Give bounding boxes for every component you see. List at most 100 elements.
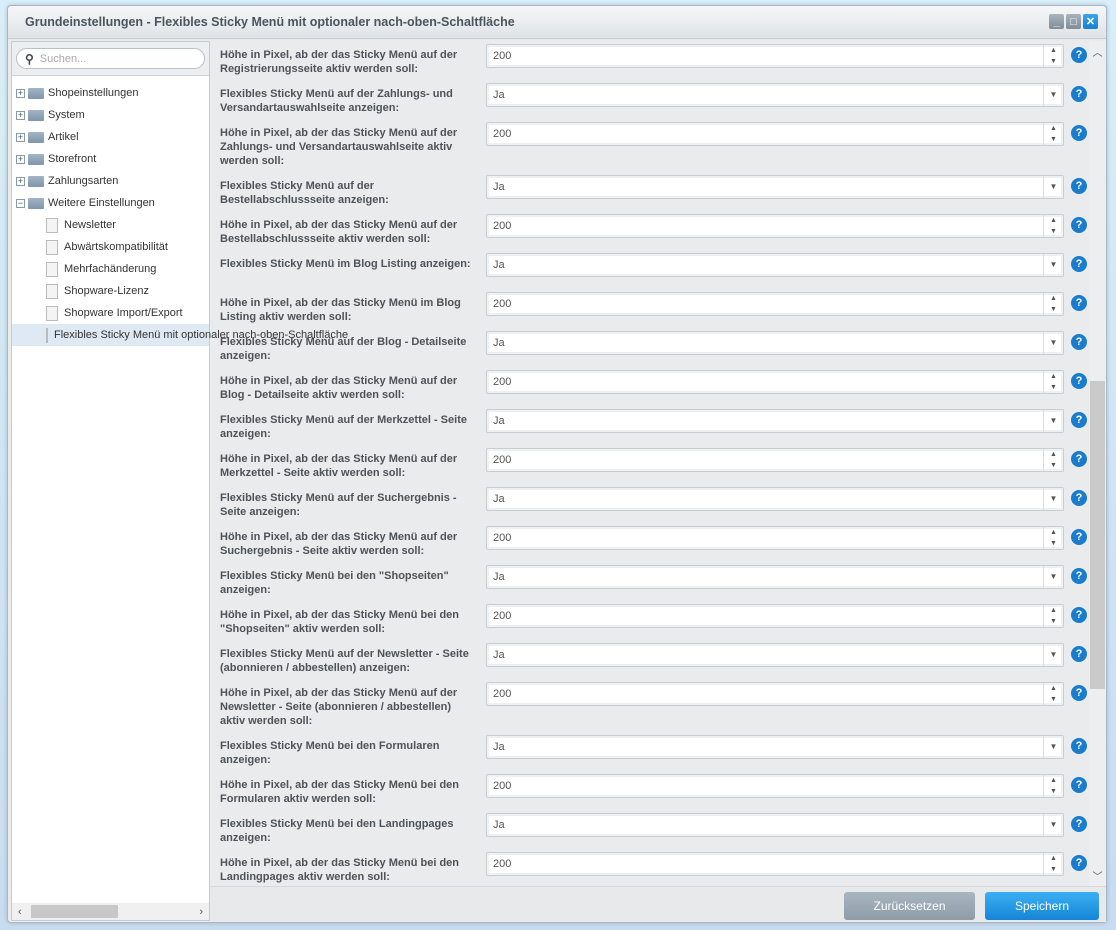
chevron-down-icon[interactable]: ▼	[1043, 488, 1063, 510]
vertical-scrollbar[interactable]: ︿ ﹀	[1089, 41, 1106, 886]
title-bar[interactable]: Grundeinstellungen - Flexibles Sticky Me…	[8, 6, 1106, 39]
number-spinner[interactable]: ▲ ▼	[1043, 371, 1063, 393]
help-icon[interactable]: ?	[1071, 373, 1087, 389]
tree-node[interactable]: + Shopeinstellungen	[12, 82, 209, 104]
save-button[interactable]: Speichern	[985, 892, 1099, 920]
scroll-down-icon[interactable]: ﹀	[1089, 868, 1106, 883]
number-field[interactable]: 200 ▲ ▼	[486, 122, 1064, 146]
tree-node[interactable]: − Weitere Einstellungen	[12, 192, 209, 214]
help-icon[interactable]: ?	[1071, 685, 1087, 701]
number-spinner[interactable]: ▲ ▼	[1043, 123, 1063, 145]
number-spinner[interactable]: ▲ ▼	[1043, 45, 1063, 67]
number-field[interactable]: 200 ▲ ▼	[486, 292, 1064, 316]
help-icon[interactable]: ?	[1071, 412, 1087, 428]
maximize-button[interactable]: □	[1066, 14, 1081, 29]
help-icon[interactable]: ?	[1071, 529, 1087, 545]
scroll-thumb[interactable]	[1090, 381, 1105, 689]
tree-node[interactable]: + Zahlungsarten	[12, 170, 209, 192]
tree-node[interactable]: Newsletter	[12, 214, 209, 236]
select-field[interactable]: Ja ▼	[486, 83, 1064, 107]
number-field[interactable]: 200 ▲ ▼	[486, 852, 1064, 876]
number-field[interactable]: 200 ▲ ▼	[486, 526, 1064, 550]
number-field[interactable]: 200 ▲ ▼	[486, 44, 1064, 68]
collapse-icon[interactable]: −	[16, 198, 25, 208]
number-field[interactable]: 200 ▲ ▼	[486, 448, 1064, 472]
scroll-left-icon[interactable]: ‹	[18, 906, 22, 918]
scroll-up-icon[interactable]: ︿	[1089, 44, 1106, 59]
select-field[interactable]: Ja ▼	[486, 175, 1064, 199]
help-icon[interactable]: ?	[1071, 295, 1087, 311]
help-icon[interactable]: ?	[1071, 86, 1087, 102]
select-field[interactable]: Ja ▼	[486, 253, 1064, 277]
scroll-thumb[interactable]	[31, 905, 118, 918]
tree-node[interactable]: Shopware Import/Export	[12, 302, 209, 324]
field-label: Flexibles Sticky Menü auf der Newsletter…	[220, 648, 469, 674]
help-icon[interactable]: ?	[1071, 855, 1087, 871]
chevron-down-icon[interactable]: ▼	[1043, 736, 1063, 758]
help-icon[interactable]: ?	[1071, 451, 1087, 467]
number-spinner[interactable]: ▲ ▼	[1043, 449, 1063, 471]
chevron-down-icon[interactable]: ▼	[1043, 254, 1063, 276]
number-spinner[interactable]: ▲ ▼	[1043, 683, 1063, 705]
expand-icon[interactable]: +	[16, 110, 25, 120]
tree-node[interactable]: Flexibles Sticky Menü mit optionaler nac…	[12, 324, 348, 346]
field-value: 200	[493, 780, 512, 792]
number-field[interactable]: 200 ▲ ▼	[486, 682, 1064, 706]
tree-node[interactable]: Shopware-Lizenz	[12, 280, 209, 302]
number-field[interactable]: 200 ▲ ▼	[486, 604, 1064, 628]
number-spinner[interactable]: ▲ ▼	[1043, 293, 1063, 315]
chevron-down-icon[interactable]: ▼	[1043, 644, 1063, 666]
number-spinner[interactable]: ▲ ▼	[1043, 775, 1063, 797]
help-icon[interactable]: ?	[1071, 256, 1087, 272]
select-field[interactable]: Ja ▼	[486, 409, 1064, 433]
chevron-down-icon[interactable]: ▼	[1043, 84, 1063, 106]
expand-icon[interactable]: +	[16, 132, 25, 142]
tree-node[interactable]: + Storefront	[12, 148, 209, 170]
select-field[interactable]: Ja ▼	[486, 331, 1064, 355]
select-field[interactable]: Ja ▼	[486, 565, 1064, 589]
tree-node-label: Zahlungsarten	[48, 175, 119, 187]
horizontal-scrollbar[interactable]: ‹ ›	[12, 903, 209, 920]
chevron-down-icon[interactable]: ▼	[1043, 566, 1063, 588]
help-icon[interactable]: ?	[1071, 47, 1087, 63]
select-field[interactable]: Ja ▼	[486, 487, 1064, 511]
tree-node[interactable]: Mehrfachänderung	[12, 258, 209, 280]
number-field[interactable]: 200 ▲ ▼	[486, 774, 1064, 798]
close-button[interactable]: ✕	[1083, 14, 1098, 29]
tree-node[interactable]: Abwärtskompatibilität	[12, 236, 209, 258]
help-icon[interactable]: ?	[1071, 217, 1087, 233]
scroll-right-icon[interactable]: ›	[199, 906, 203, 918]
expand-icon[interactable]: +	[16, 88, 25, 98]
help-icon[interactable]: ?	[1071, 738, 1087, 754]
number-spinner[interactable]: ▲ ▼	[1043, 527, 1063, 549]
help-icon[interactable]: ?	[1071, 178, 1087, 194]
expand-icon[interactable]: +	[16, 176, 25, 186]
help-icon[interactable]: ?	[1071, 490, 1087, 506]
tree-node[interactable]: + System	[12, 104, 209, 126]
tree-node[interactable]: + Artikel	[12, 126, 209, 148]
number-field[interactable]: 200 ▲ ▼	[486, 370, 1064, 394]
help-icon[interactable]: ?	[1071, 125, 1087, 141]
help-icon[interactable]: ?	[1071, 816, 1087, 832]
help-icon[interactable]: ?	[1071, 777, 1087, 793]
select-field[interactable]: Ja ▼	[486, 735, 1064, 759]
chevron-down-icon[interactable]: ▼	[1043, 176, 1063, 198]
expand-icon[interactable]: +	[16, 154, 25, 164]
select-field[interactable]: Ja ▼	[486, 643, 1064, 667]
minimize-button[interactable]: _	[1049, 14, 1064, 29]
number-spinner[interactable]: ▲ ▼	[1043, 605, 1063, 627]
search-input[interactable]: ⚲ Suchen...	[16, 48, 205, 69]
help-icon[interactable]: ?	[1071, 607, 1087, 623]
help-icon[interactable]: ?	[1071, 334, 1087, 350]
reset-button[interactable]: Zurücksetzen	[844, 892, 975, 920]
chevron-down-icon[interactable]: ▼	[1043, 814, 1063, 836]
number-field[interactable]: 200 ▲ ▼	[486, 214, 1064, 238]
number-spinner[interactable]: ▲ ▼	[1043, 853, 1063, 875]
number-spinner[interactable]: ▲ ▼	[1043, 215, 1063, 237]
select-field[interactable]: Ja ▼	[486, 813, 1064, 837]
chevron-down-icon[interactable]: ▼	[1043, 410, 1063, 432]
form-row: Höhe in Pixel, ab der das Sticky Menü be…	[220, 771, 1106, 810]
help-icon[interactable]: ?	[1071, 568, 1087, 584]
chevron-down-icon[interactable]: ▼	[1043, 332, 1063, 354]
help-icon[interactable]: ?	[1071, 646, 1087, 662]
